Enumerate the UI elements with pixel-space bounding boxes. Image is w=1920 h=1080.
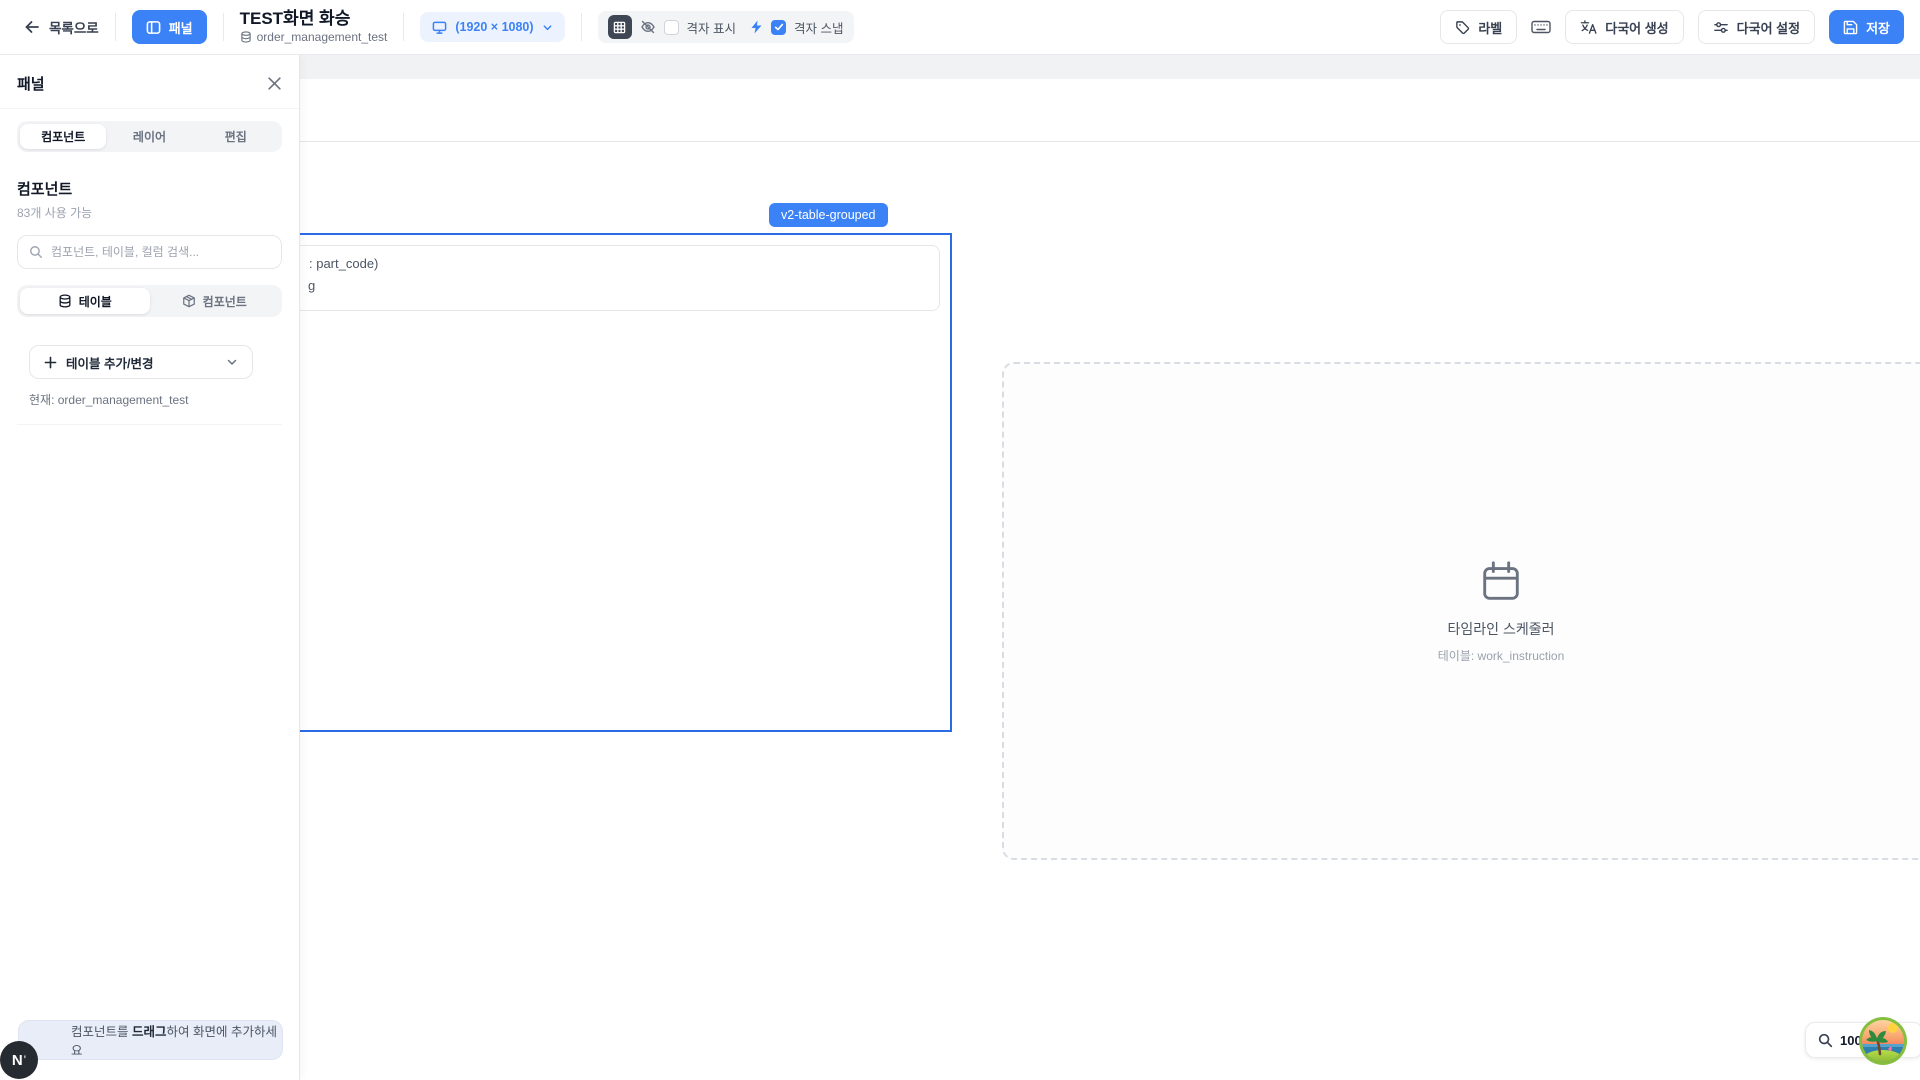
save-icon xyxy=(1843,20,1858,35)
tab-layers[interactable]: 레이어 xyxy=(106,124,192,149)
bound-table-name: order_management_test xyxy=(257,30,388,44)
panel-divider xyxy=(17,424,282,425)
page-title: TEST화면 화승 xyxy=(240,10,388,27)
add-table-button[interactable]: 테이블 추가/변경 xyxy=(29,345,253,379)
source-tab-tables-label: 테이블 xyxy=(79,293,112,310)
grid-view-button[interactable] xyxy=(608,15,632,39)
grid-options-group: 격자 표시 격자 스냅 xyxy=(598,11,854,43)
database-icon xyxy=(58,294,72,308)
components-available-count: 83개 사용 가능 xyxy=(17,204,282,221)
translate-icon xyxy=(1580,19,1597,35)
tab-edit[interactable]: 편집 xyxy=(193,124,279,149)
add-table-button-text: 테이블 추가/변경 xyxy=(66,353,217,372)
back-label: 목록으로 xyxy=(49,17,99,37)
toolbar-divider xyxy=(403,13,404,41)
grid-snap-label: 격자 스냅 xyxy=(794,18,843,37)
component-header-text: : part_code) xyxy=(309,256,378,271)
i18n-settings-button[interactable]: 다국어 설정 xyxy=(1698,10,1815,44)
hint-text-pre: 컴포넌트를 xyxy=(71,1025,132,1039)
package-icon xyxy=(182,294,196,308)
hint-text-drag: 드래그 xyxy=(132,1025,167,1039)
grid-show-checkbox[interactable] xyxy=(664,20,679,35)
calendar-icon xyxy=(1478,559,1524,605)
tag-icon xyxy=(1455,20,1470,35)
save-button-text: 저장 xyxy=(1866,18,1890,37)
collaborator-initial: N xyxy=(12,1052,23,1069)
search-input[interactable] xyxy=(51,245,270,259)
lightning-icon xyxy=(750,20,763,34)
tab-components[interactable]: 컴포넌트 xyxy=(20,124,106,149)
collaborator-cursor-avatar: N' xyxy=(0,1041,38,1079)
placeholder-table-ref: 테이블: work_instruction xyxy=(1438,647,1565,664)
keyboard-icon xyxy=(1531,19,1551,35)
panel-left-icon xyxy=(146,20,161,35)
top-toolbar: 목록으로 패널 TEST화면 화승 xyxy=(0,0,1920,55)
component-search xyxy=(17,235,282,269)
timeline-scheduler-placeholder[interactable]: 타임라인 스케줄러 테이블: work_instruction xyxy=(1002,362,1920,860)
island-icon xyxy=(1858,1016,1908,1066)
magnifier-icon xyxy=(1818,1033,1833,1048)
plus-icon xyxy=(44,356,57,369)
database-icon xyxy=(240,31,252,43)
sliders-icon xyxy=(1713,20,1729,35)
source-tab-components-label: 컴포넌트 xyxy=(203,293,247,310)
screen-size-dropdown[interactable]: (1920 × 1080) xyxy=(420,12,564,42)
arrow-left-icon xyxy=(24,19,40,35)
selection-type-badge: v2-table-grouped xyxy=(769,203,888,227)
panel-toggle-button[interactable]: 패널 xyxy=(132,10,207,44)
eye-off-icon xyxy=(640,19,656,35)
i18n-settings-text: 다국어 설정 xyxy=(1737,18,1800,37)
panel-toggle-label: 패널 xyxy=(169,18,193,37)
back-to-list-button[interactable]: 목록으로 xyxy=(24,17,99,37)
current-table-label: 현재: order_management_test xyxy=(29,391,282,408)
keyboard-shortcuts-button[interactable] xyxy=(1531,19,1551,35)
chevron-down-icon xyxy=(542,22,553,33)
label-button[interactable]: 라벨 xyxy=(1440,10,1517,44)
save-button[interactable]: 저장 xyxy=(1829,10,1904,44)
grid-icon xyxy=(613,21,626,34)
component-subheader-text: g xyxy=(308,278,315,293)
grid-show-label: 격자 표시 xyxy=(687,18,736,37)
panel-title: 패널 xyxy=(17,73,45,94)
drag-hint-bar: 컴포넌트를 드래그하여 화면에 추가하세요 xyxy=(18,1020,283,1060)
screen-builder-app: : part_code) g v2-table-grouped 타임라인 스케줄… xyxy=(0,0,1920,1080)
source-toggle: 테이블 컴포넌트 xyxy=(17,285,282,317)
toolbar-divider xyxy=(115,13,116,41)
i18n-generate-button[interactable]: 다국어 생성 xyxy=(1565,10,1683,44)
toolbar-divider xyxy=(581,13,582,41)
close-icon[interactable] xyxy=(267,76,282,91)
monitor-icon xyxy=(432,20,447,35)
components-panel: 패널 컴포넌트 레이어 편집 컴포넌트 83개 사용 가능 xyxy=(0,55,300,1080)
panel-tab-bar: 컴포넌트 레이어 편집 xyxy=(17,121,282,152)
source-tab-tables[interactable]: 테이블 xyxy=(20,288,150,314)
grid-snap-checkbox[interactable] xyxy=(771,20,786,35)
source-tab-components[interactable]: 컴포넌트 xyxy=(150,288,280,314)
i18n-generate-text: 다국어 생성 xyxy=(1605,18,1668,37)
label-button-text: 라벨 xyxy=(1478,18,1502,37)
screen-size-value: (1920 × 1080) xyxy=(455,20,533,34)
chevron-down-icon xyxy=(226,356,238,368)
placeholder-title: 타임라인 스케줄러 xyxy=(1448,619,1555,639)
components-section-title: 컴포넌트 xyxy=(17,178,282,199)
search-icon xyxy=(29,245,43,259)
toolbar-divider xyxy=(223,13,224,41)
